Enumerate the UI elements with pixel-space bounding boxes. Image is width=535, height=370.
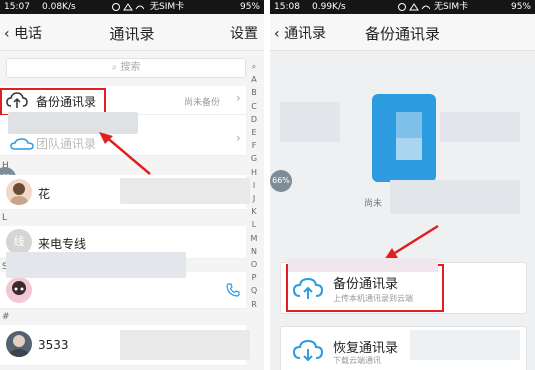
blurred-region — [280, 102, 340, 142]
chevron-right-icon: › — [236, 91, 241, 105]
chevron-right-icon: › — [236, 131, 241, 145]
red-arrow-annotation — [384, 224, 439, 260]
blurred-region — [390, 180, 520, 214]
index-letter[interactable]: N — [248, 245, 260, 258]
blurred-region — [440, 112, 520, 142]
status-network-speed: 0.99K/s — [312, 2, 346, 12]
status-network-speed: 0.08K/s — [42, 2, 76, 12]
index-letter[interactable]: B — [248, 86, 260, 99]
blurred-region — [120, 178, 250, 204]
index-letter[interactable]: R — [248, 298, 260, 311]
phone-icon[interactable] — [226, 283, 240, 297]
nav-bar: ‹ 电话 通讯录 设置 — [0, 14, 264, 51]
blurred-region — [6, 252, 186, 278]
index-letter[interactable]: F — [248, 139, 260, 152]
avatar — [6, 277, 32, 303]
index-letter[interactable]: P — [248, 271, 260, 284]
restore-card-subtitle: 下载云端通讯 — [333, 356, 381, 365]
nav-bar: ‹ 通讯录 备份通讯录 — [270, 14, 535, 51]
backup-status: 尚未备份 — [184, 98, 221, 108]
cloud-icon — [10, 138, 34, 150]
index-letter[interactable]: D — [248, 113, 260, 126]
status-time: 15:08 — [274, 2, 300, 12]
contact-name: 花 — [38, 187, 51, 201]
avatar-text: 线 — [13, 235, 25, 248]
search-icon: ⌕ — [111, 62, 118, 73]
backup-status-text: 尚未 — [364, 199, 383, 209]
backup-screen: 15:08 0.99K/s 无SIM卡 95% ‹ 通讯录 备份通讯录 66% … — [270, 0, 535, 370]
avatar — [6, 179, 32, 205]
restore-card-title: 恢复通讯录 — [333, 341, 399, 356]
index-letter[interactable]: O — [248, 258, 260, 271]
search-input[interactable]: ⌕ 搜索 — [6, 58, 246, 78]
index-letter[interactable]: L — [248, 218, 260, 231]
status-icons — [398, 3, 430, 11]
status-bar: 15:07 0.08K/s 无SIM卡 95% — [0, 0, 264, 14]
settings-button[interactable]: 设置 — [230, 23, 258, 43]
status-icons — [112, 3, 144, 11]
status-carrier: 无SIM卡 — [434, 2, 469, 12]
index-letter[interactable]: A — [248, 73, 260, 86]
index-letter[interactable]: M — [248, 232, 260, 245]
status-battery: 95% — [239, 2, 260, 12]
blurred-region — [120, 330, 250, 360]
page-title: 通讯录 — [109, 25, 155, 43]
index-letter[interactable]: E — [248, 126, 260, 139]
status-bar: 15:08 0.99K/s 无SIM卡 95% — [270, 0, 535, 14]
alphabet-index[interactable]: ⌕ A B C D E F G H I J K L M N O P Q R — [248, 60, 260, 311]
index-letter[interactable]: G — [248, 152, 260, 165]
cloud-download-icon — [293, 339, 323, 362]
index-letter[interactable]: Q — [248, 284, 260, 297]
status-carrier: 无SIM卡 — [150, 2, 185, 12]
contact-name: 来电专线 — [38, 237, 87, 251]
search-icon[interactable]: ⌕ — [248, 60, 260, 73]
page-title: 备份通讯录 — [364, 25, 440, 43]
team-contacts-label: 团队通讯录 — [36, 137, 97, 151]
index-letter[interactable]: C — [248, 100, 260, 113]
status-time: 15:07 — [4, 2, 30, 12]
contacts-screen: 15:07 0.08K/s 无SIM卡 95% ‹ 电话 通讯录 设置 ⌕ 搜索… — [0, 0, 264, 370]
blurred-region — [410, 330, 520, 360]
index-letter[interactable]: H — [248, 166, 260, 179]
blurred-region — [288, 258, 438, 272]
index-letter[interactable]: K — [248, 205, 260, 218]
section-header-l: L — [2, 213, 8, 223]
progress-badge: 66% — [270, 170, 292, 192]
contacts-book-illustration — [372, 94, 436, 182]
red-arrow-annotation — [99, 132, 151, 175]
contact-name: 3533 — [38, 338, 69, 352]
index-letter[interactable]: J — [248, 192, 260, 205]
status-battery: 95% — [510, 2, 531, 12]
avatar — [6, 331, 32, 357]
index-letter[interactable]: I — [248, 179, 260, 192]
section-header-hash: # — [2, 312, 10, 322]
search-placeholder: 搜索 — [120, 62, 141, 73]
